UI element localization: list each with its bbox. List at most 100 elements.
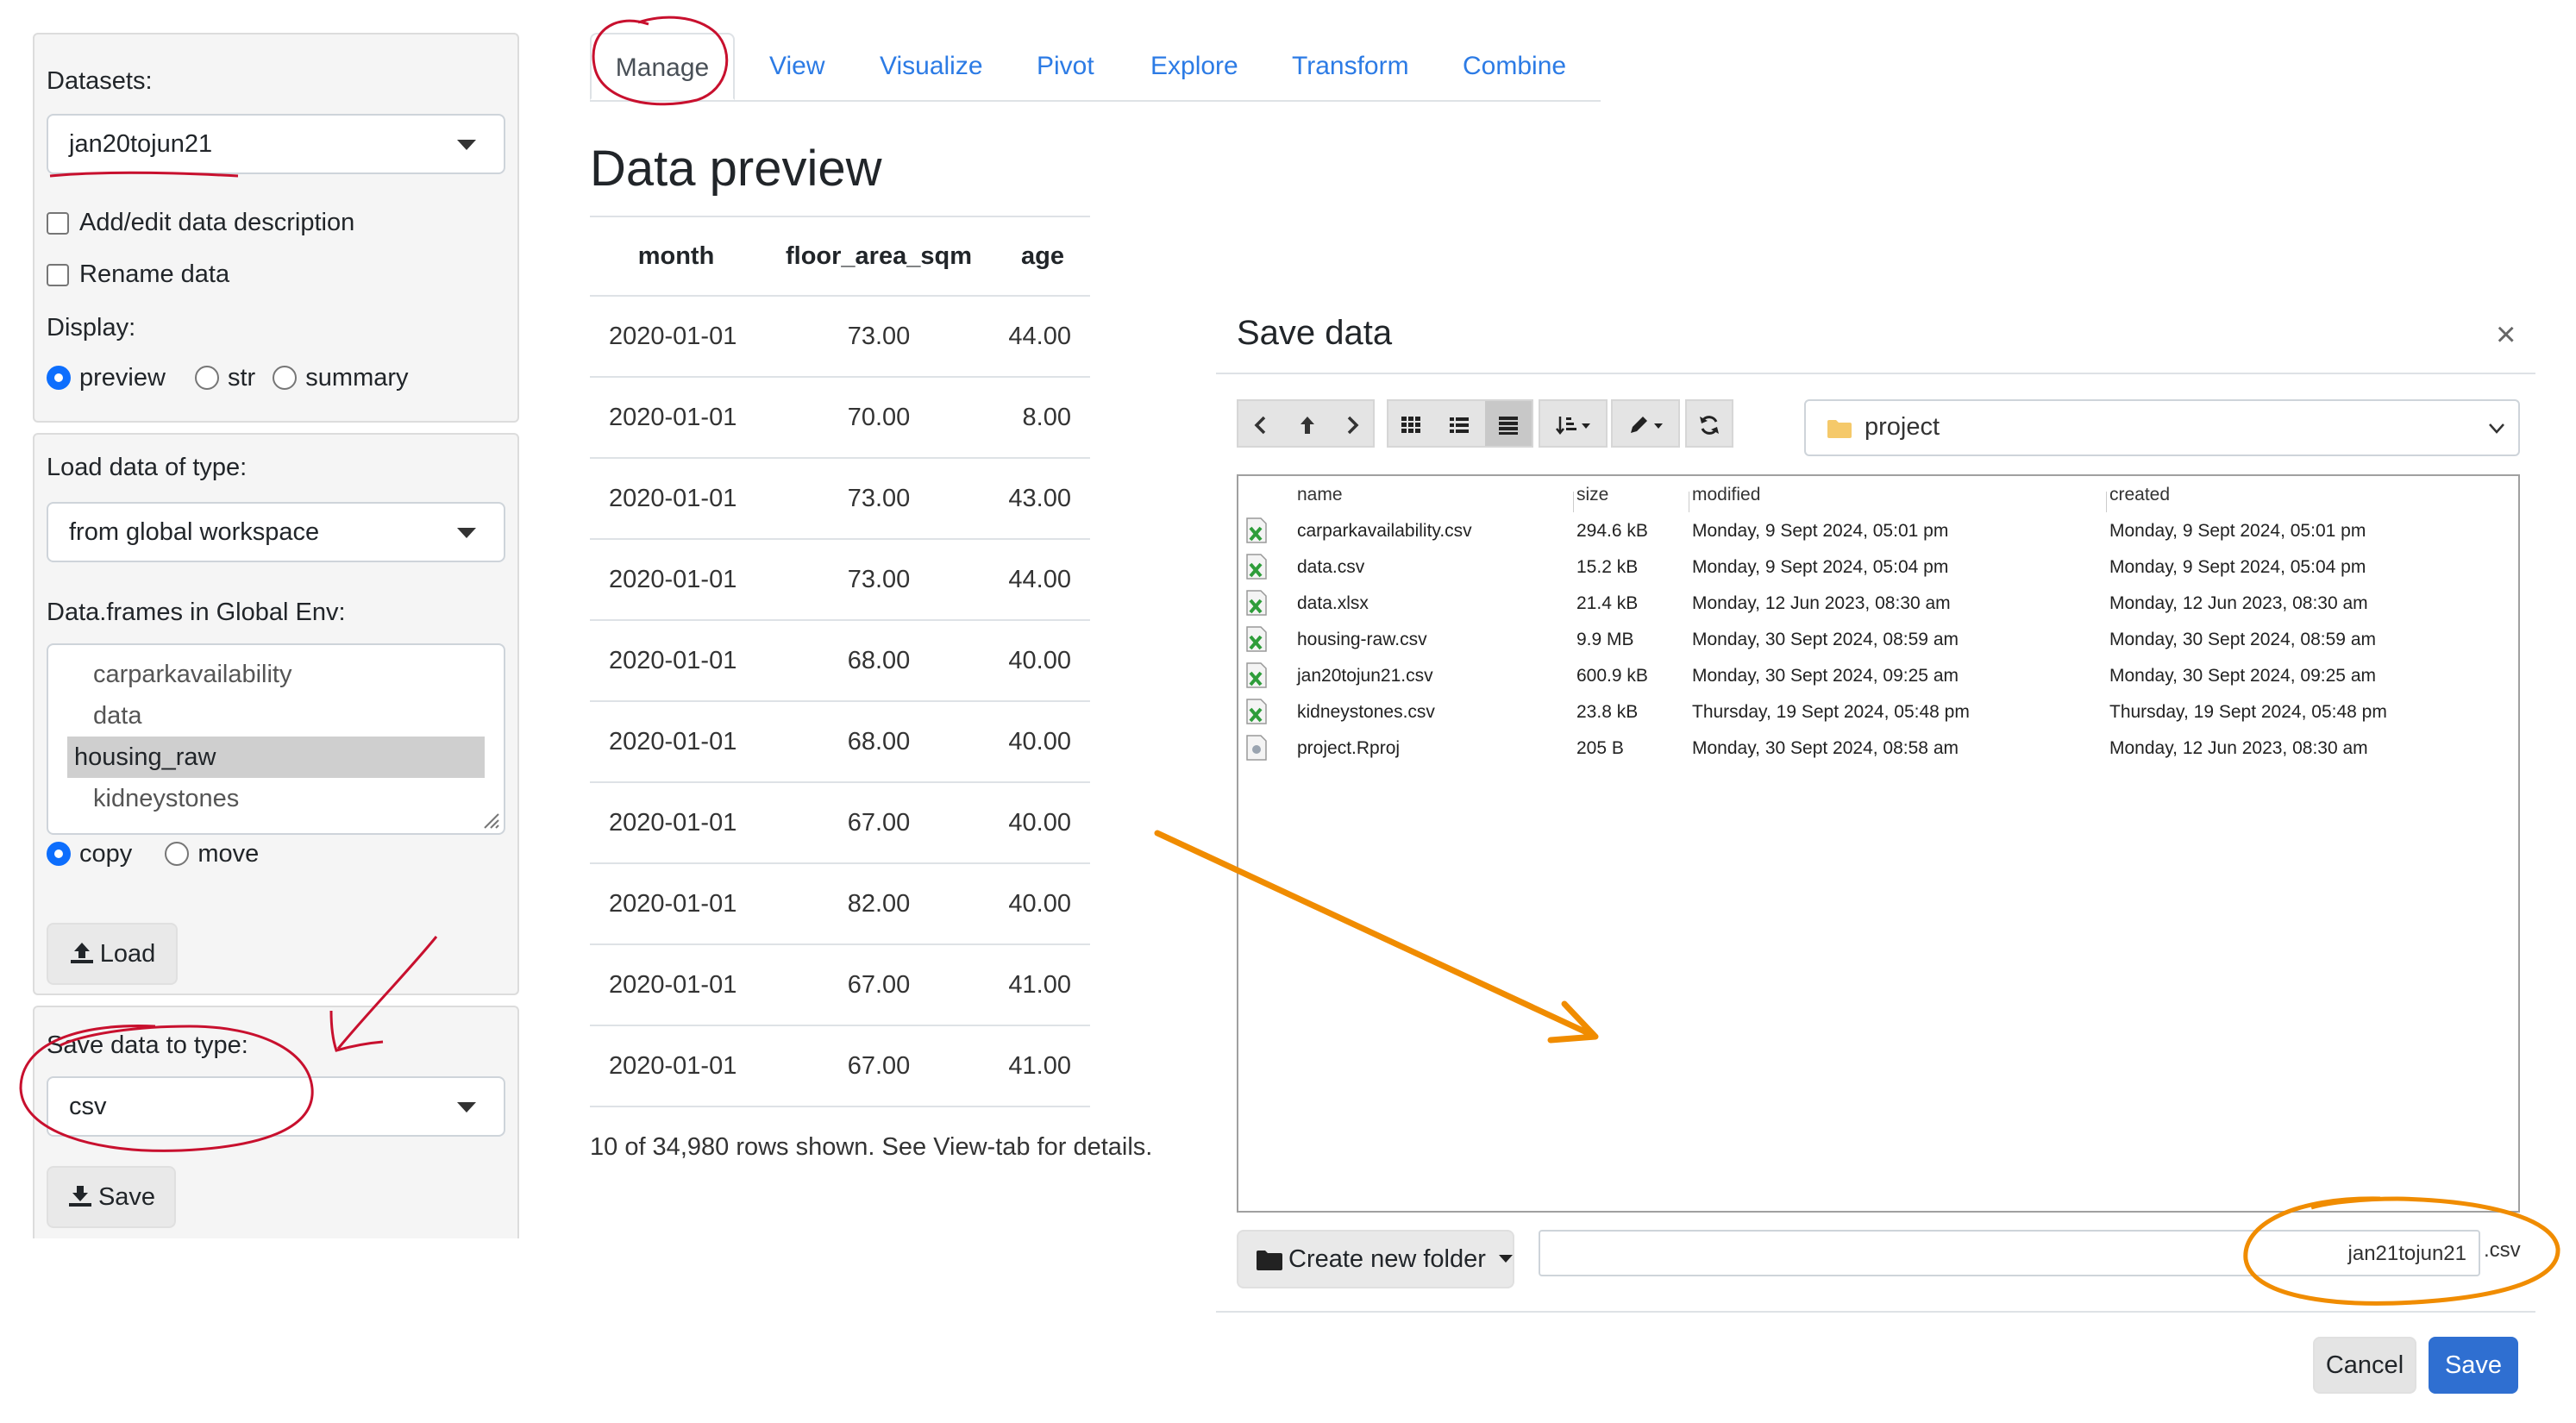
filename-input[interactable]: jan21tojun21	[1539, 1230, 2480, 1276]
display-radio-preview[interactable]: preview	[47, 364, 166, 392]
radio-move[interactable]: move	[165, 840, 259, 868]
create-folder-button[interactable]: Create new folder	[1237, 1230, 1514, 1288]
file-created: Monday, 12 Jun 2023, 08:30 am	[2109, 593, 2368, 613]
table-cell: 8.00	[995, 377, 1090, 459]
load-type-value: from global workspace	[69, 518, 320, 546]
grid-view-button[interactable]	[1388, 401, 1433, 446]
listbox-option[interactable]: data	[67, 695, 485, 737]
data-preview-table: month floor_area_sqm age 2020-01-01 73.00…	[590, 216, 1090, 1107]
save-button-sidebar[interactable]: Save	[47, 1166, 176, 1228]
file-created: Monday, 30 Sept 2024, 09:25 am	[2109, 666, 2376, 686]
load-button-label: Load	[99, 940, 156, 968]
display-option-label: preview	[79, 364, 166, 392]
save-type-select[interactable]: csv	[47, 1076, 505, 1137]
refresh-button[interactable]	[1685, 399, 1733, 448]
display-radio-group: preview str summary	[47, 364, 409, 392]
file-row[interactable]: kidneystones.csv 23.8 kB Thursday, 19 Sept…	[1238, 693, 2518, 730]
up-button[interactable]	[1285, 401, 1330, 446]
tab-visualize[interactable]: Visualize	[880, 33, 983, 100]
display-option-label: summary	[305, 364, 409, 392]
sort-icon	[1556, 417, 1590, 436]
folder-select[interactable]: project	[1804, 399, 2520, 456]
column-header-created[interactable]: created	[2109, 485, 2170, 505]
file-modified: Monday, 9 Sept 2024, 05:01 pm	[1692, 521, 1949, 541]
table-cell: 73.00	[762, 458, 995, 540]
display-radio-summary[interactable]: summary	[273, 364, 409, 392]
sort-button[interactable]	[1539, 399, 1608, 448]
add-description-checkbox[interactable]: Add/edit data description	[47, 209, 354, 237]
file-row[interactable]: carparkavailability.csv 294.6 kB Monday, 9…	[1238, 512, 2518, 549]
column-header-modified[interactable]: modified	[1692, 485, 1760, 505]
file-name: data.xlsx	[1297, 593, 1369, 613]
table-cell: 41.00	[995, 1025, 1090, 1107]
global-env-listbox[interactable]: carparkavailability data housing_raw kid…	[47, 643, 505, 835]
table-row: 2020-01-01 82.00 40.00	[590, 863, 1090, 945]
sort-dropdown[interactable]	[1544, 401, 1606, 446]
checkbox-icon	[47, 264, 69, 286]
file-row[interactable]: housing-raw.csv 9.9 MB Monday, 30 Sept 202…	[1238, 621, 2518, 657]
tab-pivot[interactable]: Pivot	[1037, 33, 1094, 100]
save-button-label: Save	[97, 1183, 156, 1211]
listbox-option[interactable]: carparkavailability	[67, 654, 485, 695]
tab-view[interactable]: View	[769, 33, 824, 100]
forward-button[interactable]	[1330, 401, 1375, 446]
load-button[interactable]: Load	[47, 923, 178, 985]
tab-transform[interactable]: Transform	[1292, 33, 1409, 100]
radio-checked-icon	[47, 842, 71, 866]
table-cell: 2020-01-01	[590, 458, 762, 540]
rename-data-checkbox[interactable]: Rename data	[47, 260, 229, 289]
detail-view-button[interactable]	[1485, 401, 1532, 446]
table-row: 2020-01-01 73.00 44.00	[590, 296, 1090, 378]
display-radio-str[interactable]: str	[195, 364, 255, 392]
back-button[interactable]	[1238, 401, 1283, 446]
file-list-header: name size modified created	[1238, 485, 2518, 512]
spreadsheet-file-icon	[1246, 699, 1267, 724]
list-view-button[interactable]	[1437, 401, 1482, 446]
tab-explore[interactable]: Explore	[1150, 33, 1238, 100]
arrow-up-icon	[1301, 417, 1314, 434]
file-size: 600.9 kB	[1576, 666, 1648, 686]
radio-copy[interactable]: copy	[47, 840, 132, 868]
table-row: 2020-01-01 73.00 43.00	[590, 458, 1090, 540]
load-type-select[interactable]: from global workspace	[47, 502, 505, 562]
edit-button[interactable]	[1611, 399, 1680, 448]
file-name: project.Rproj	[1297, 738, 1401, 758]
table-cell: 40.00	[995, 620, 1090, 702]
resize-handle-icon[interactable]	[481, 811, 500, 830]
filename-value: jan21tojun21	[2347, 1242, 2466, 1265]
dataset-select[interactable]: jan20tojun21	[47, 114, 505, 174]
page-title: Data preview	[590, 141, 882, 197]
file-row[interactable]: jan20tojun21.csv 600.9 kB Monday, 30 Sept …	[1238, 657, 2518, 693]
file-row[interactable]: data.csv 15.2 kB Monday, 9 Sept 2024, 05:0…	[1238, 549, 2518, 585]
file-created: Monday, 9 Sept 2024, 05:04 pm	[2109, 557, 2366, 577]
table-cell: 2020-01-01	[590, 701, 762, 783]
edit-dropdown[interactable]	[1616, 401, 1678, 446]
file-row[interactable]: data.xlsx 21.4 kB Monday, 12 Jun 2023, 08:…	[1238, 585, 2518, 621]
listbox-option[interactable]: kidneystones	[67, 778, 485, 819]
download-icon	[68, 1186, 91, 1207]
file-row[interactable]: project.Rproj 205 B Monday, 30 Sept 2024, …	[1238, 730, 2518, 766]
column-header-size[interactable]: size	[1576, 485, 1608, 505]
column-divider	[1573, 492, 1574, 512]
table-row: 2020-01-01 70.00 8.00	[590, 377, 1090, 459]
datasets-label: Datasets:	[47, 67, 153, 95]
chevron-right-icon	[1347, 416, 1359, 435]
dataset-panel: Datasets: jan20tojun21 Add/edit data des…	[33, 33, 519, 423]
modal-save-button[interactable]: Save	[2429, 1337, 2518, 1394]
refresh-control[interactable]	[1687, 401, 1732, 446]
table-cell: 2020-01-01	[590, 863, 762, 945]
cancel-button[interactable]: Cancel	[2313, 1337, 2416, 1394]
table-cell: 73.00	[762, 539, 995, 621]
file-list[interactable]: name size modified created carparkavaila…	[1237, 474, 2520, 1213]
listbox-option-selected[interactable]: housing_raw	[67, 737, 485, 778]
table-row: 2020-01-01 68.00 40.00	[590, 701, 1090, 783]
table-row: 2020-01-01 68.00 40.00	[590, 620, 1090, 702]
column-header-name[interactable]: name	[1297, 485, 1343, 505]
modal-footer-divider	[1216, 1311, 2535, 1313]
close-icon[interactable]: ×	[2496, 316, 2516, 354]
view-mode-group	[1387, 399, 1533, 448]
tab-manage[interactable]: Manage	[590, 33, 735, 100]
save-type-label: Save data to type:	[47, 1031, 248, 1059]
project-file-icon	[1246, 735, 1267, 761]
tab-combine[interactable]: Combine	[1463, 33, 1566, 100]
